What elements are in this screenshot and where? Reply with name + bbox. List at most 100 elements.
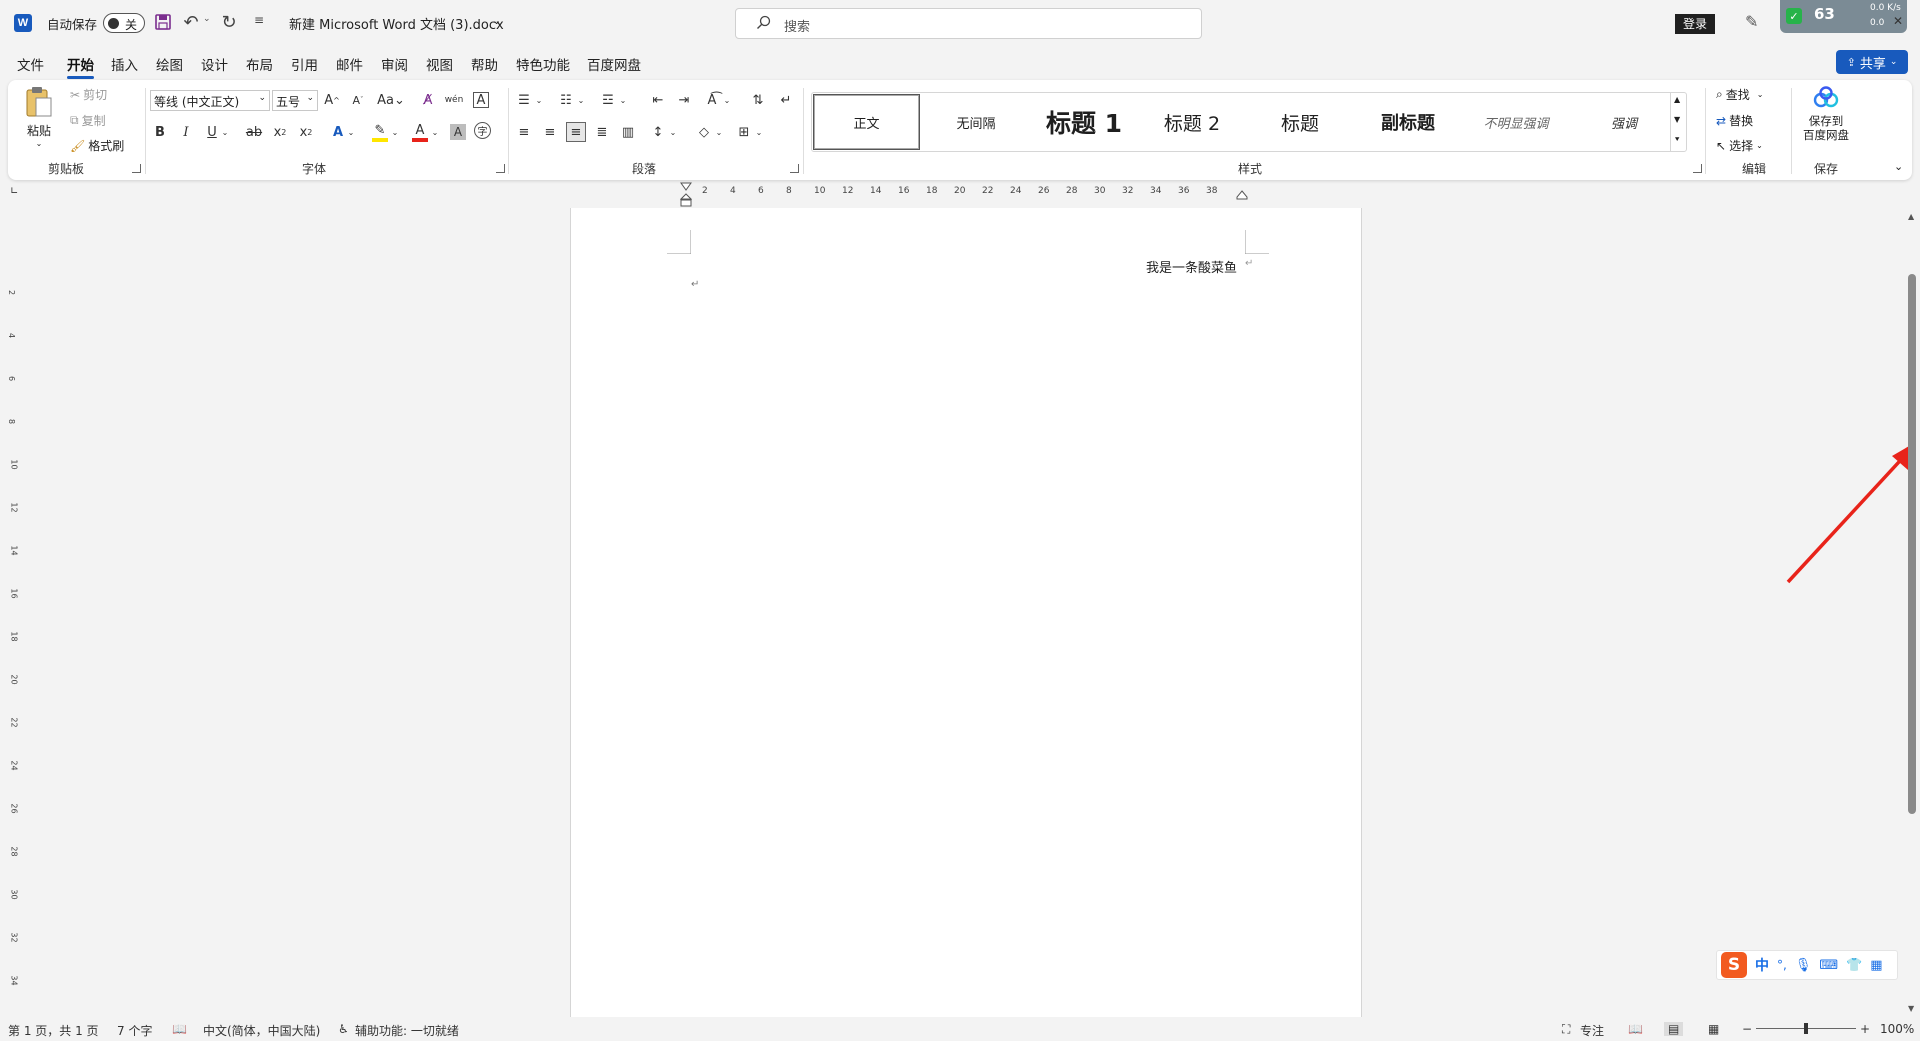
- cut-button[interactable]: ✂ 剪切: [70, 86, 107, 103]
- customize-toolbar-icon[interactable]: ≡: [254, 13, 264, 27]
- page-count[interactable]: 第 1 页，共 1 页: [8, 1022, 99, 1039]
- paste-button[interactable]: 粘贴 ⌄: [22, 86, 56, 148]
- web-layout-icon[interactable]: ▦: [1708, 1022, 1719, 1036]
- style-emphasis[interactable]: 强调: [1571, 93, 1677, 151]
- scroll-down-icon[interactable]: ▼: [1908, 1004, 1914, 1013]
- tab-view[interactable]: 视图: [426, 54, 453, 76]
- font-launcher-icon[interactable]: [496, 164, 505, 173]
- proofing-icon[interactable]: 📖: [172, 1022, 187, 1036]
- show-marks-icon[interactable]: ↵: [776, 90, 796, 110]
- search-box[interactable]: 搜索: [735, 8, 1202, 39]
- underline-icon[interactable]: U: [202, 122, 222, 142]
- highlight-chevron-icon[interactable]: ⌄: [390, 122, 400, 142]
- paragraph-launcher-icon[interactable]: [790, 164, 799, 173]
- vertical-scrollbar[interactable]: ▲ ▼: [1904, 210, 1920, 1016]
- tab-insert[interactable]: 插入: [111, 54, 138, 76]
- pen-icon[interactable]: ✎: [1745, 12, 1758, 31]
- tab-baidu[interactable]: 百度网盘: [587, 54, 641, 76]
- style-heading-2[interactable]: 标题 2: [1139, 93, 1245, 151]
- align-right-icon[interactable]: ≡: [566, 122, 586, 142]
- align-left-icon[interactable]: ≡: [514, 122, 534, 142]
- subscript-icon[interactable]: x2: [270, 122, 290, 142]
- tab-design[interactable]: 设计: [201, 54, 228, 76]
- font-size-select[interactable]: 五号 ⌄: [272, 90, 318, 111]
- distributed-icon[interactable]: ▥: [618, 122, 638, 142]
- clear-format-icon[interactable]: A̸: [418, 90, 438, 110]
- left-indent-marker-icon[interactable]: [680, 182, 692, 210]
- line-spacing-chevron-icon[interactable]: ⌄: [668, 122, 678, 142]
- text-effects-chevron-icon[interactable]: ⌄: [346, 122, 356, 142]
- undo-dropdown-icon[interactable]: ⌄: [203, 14, 211, 24]
- tab-layout[interactable]: 布局: [246, 54, 273, 76]
- tab-mailings[interactable]: 邮件: [336, 54, 363, 76]
- autosave-toggle[interactable]: 关: [103, 13, 145, 33]
- right-indent-marker-icon[interactable]: [1236, 190, 1248, 200]
- tab-help[interactable]: 帮助: [471, 54, 498, 76]
- language-status[interactable]: 中文(简体，中国大陆): [203, 1022, 320, 1039]
- chinese-layout-chevron-icon[interactable]: ⌄: [722, 90, 732, 110]
- punct-icon[interactable]: °,: [1777, 958, 1787, 972]
- scrollbar-thumb[interactable]: [1908, 274, 1916, 814]
- tab-home[interactable]: 开始: [67, 54, 94, 79]
- borders-icon[interactable]: ⊞: [734, 122, 754, 142]
- multilevel-chevron-icon[interactable]: ⌄: [618, 90, 628, 110]
- focus-mode[interactable]: 专注: [1580, 1022, 1604, 1039]
- accessibility-icon[interactable]: ♿: [338, 1022, 349, 1036]
- grow-font-icon[interactable]: A ^: [322, 90, 342, 110]
- zoom-slider[interactable]: [1756, 1023, 1856, 1034]
- accessibility-status[interactable]: 辅助功能: 一切就绪: [355, 1022, 459, 1039]
- copy-button[interactable]: ⧉ 复制: [70, 112, 106, 129]
- bullets-chevron-icon[interactable]: ⌄: [534, 90, 544, 110]
- close-icon[interactable]: ✕: [1893, 14, 1903, 28]
- document-page[interactable]: 我是一条酸菜鱼 ↵ ↵: [570, 208, 1362, 1020]
- vertical-ruler[interactable]: 24681012141618202224262830323436: [7, 200, 22, 1029]
- shading-chevron-icon[interactable]: ⌄: [714, 122, 724, 142]
- styles-launcher-icon[interactable]: [1693, 164, 1702, 173]
- header-text[interactable]: 我是一条酸菜鱼: [1146, 257, 1237, 276]
- line-spacing-icon[interactable]: ↕: [648, 122, 668, 142]
- bullets-icon[interactable]: ☰: [514, 90, 534, 110]
- zoom-slider-thumb[interactable]: [1804, 1023, 1808, 1034]
- login-button[interactable]: 登录: [1675, 14, 1715, 34]
- tab-file[interactable]: 文件: [17, 54, 44, 76]
- text-effects-icon[interactable]: A: [328, 122, 348, 142]
- style-normal[interactable]: 正文: [813, 94, 920, 150]
- italic-icon[interactable]: I: [176, 122, 196, 142]
- style-subtle-emphasis[interactable]: 不明显强调: [1463, 93, 1569, 151]
- print-layout-icon[interactable]: ▤: [1664, 1022, 1684, 1036]
- keyboard-icon[interactable]: ⌨: [1819, 958, 1838, 973]
- undo-icon[interactable]: ↶: [182, 12, 200, 33]
- font-color-icon[interactable]: A: [410, 120, 430, 144]
- document-title[interactable]: 新建 Microsoft Word 文档 (3).docx: [289, 14, 504, 33]
- scroll-up-icon[interactable]: ▲: [1908, 212, 1914, 221]
- font-name-select[interactable]: 等线 (中文正文) ⌄: [150, 90, 270, 111]
- gallery-down-icon[interactable]: ▼: [1674, 115, 1680, 124]
- gallery-more-icon[interactable]: ⯆: [1674, 135, 1680, 145]
- char-border-icon[interactable]: A: [473, 92, 489, 108]
- multilevel-list-icon[interactable]: ☲: [598, 90, 618, 110]
- highlight-icon[interactable]: ✎: [370, 120, 390, 144]
- clipboard-launcher-icon[interactable]: [132, 164, 141, 173]
- focus-icon[interactable]: ⛶: [1562, 1022, 1570, 1037]
- gallery-up-icon[interactable]: ▲: [1674, 95, 1680, 104]
- tab-review[interactable]: 审阅: [381, 54, 408, 76]
- ime-toolbar[interactable]: S 中 °, 🎙 ⌨ 👕 ▦: [1716, 950, 1898, 980]
- zoom-out-icon[interactable]: −: [1742, 1022, 1752, 1036]
- numbering-icon[interactable]: ☷: [556, 90, 576, 110]
- phonetic-guide-icon[interactable]: wén: [444, 90, 464, 110]
- style-subtitle[interactable]: 副标题: [1355, 93, 1461, 151]
- numbering-chevron-icon[interactable]: ⌄: [576, 90, 586, 110]
- save-to-baidu-button[interactable]: 保存到 百度网盘: [1798, 86, 1854, 142]
- toolbox-icon[interactable]: ▦: [1870, 958, 1882, 973]
- enclose-char-icon[interactable]: 字: [474, 122, 491, 139]
- change-case-icon[interactable]: Aa⌄: [376, 90, 406, 110]
- title-chevron-icon[interactable]: ⌄: [492, 14, 501, 27]
- increase-indent-icon[interactable]: ⇥: [674, 90, 694, 110]
- shading-icon[interactable]: ◇: [694, 122, 714, 142]
- decrease-indent-icon[interactable]: ⇤: [648, 90, 668, 110]
- char-shading-icon[interactable]: A: [450, 124, 466, 140]
- collapse-ribbon-icon[interactable]: ⌄: [1894, 160, 1903, 173]
- horizontal-ruler[interactable]: 2 4 6 8 10 12 14 16 18 20 22 24 26 28 30 32 34 36 38: [680, 180, 1280, 207]
- tab-features[interactable]: 特色功能: [516, 54, 570, 76]
- share-button[interactable]: ⇪ 共享 ⌄: [1836, 50, 1908, 74]
